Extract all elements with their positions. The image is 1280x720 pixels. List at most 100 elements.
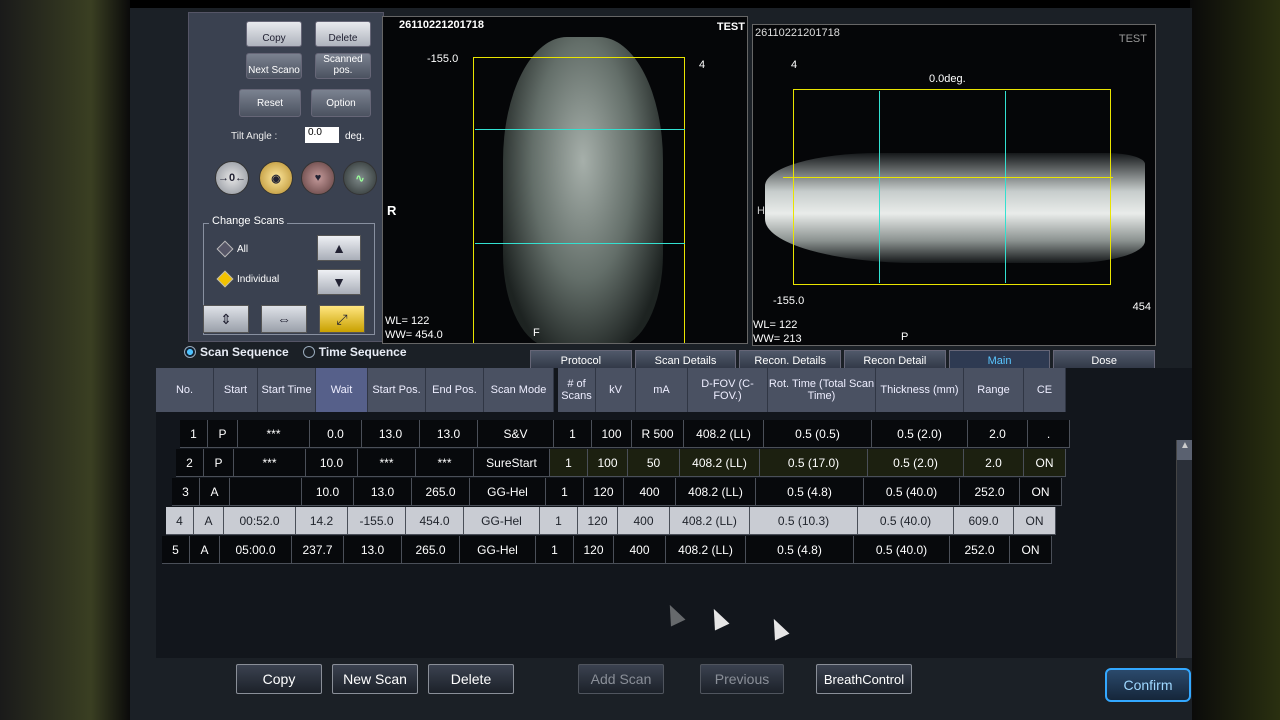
- cell-no[interactable]: 5: [162, 536, 190, 564]
- cell-rot[interactable]: 0.5 (4.8): [746, 536, 854, 564]
- reset-button[interactable]: Reset: [239, 89, 301, 117]
- time-sequence-option[interactable]: Time Sequence: [302, 345, 407, 359]
- cell-ma[interactable]: 50: [628, 449, 680, 477]
- confirm-button[interactable]: Confirm: [1105, 668, 1191, 702]
- cell-no[interactable]: 3: [172, 478, 200, 506]
- cell-rot[interactable]: 0.5 (4.8): [756, 478, 864, 506]
- cell-start[interactable]: P: [204, 449, 234, 477]
- cell-epos[interactable]: 265.0: [402, 536, 460, 564]
- tab-recon-details[interactable]: Recon. Details: [739, 350, 842, 370]
- cell-time[interactable]: 00:52.0: [224, 507, 296, 535]
- cell-thick[interactable]: 0.5 (2.0): [872, 420, 968, 448]
- cell-dfov[interactable]: 408.2 (LL): [684, 420, 764, 448]
- cell-epos[interactable]: 265.0: [412, 478, 470, 506]
- cell-ce[interactable]: ON: [1024, 449, 1066, 477]
- cell-epos[interactable]: 454.0: [406, 507, 464, 535]
- cell-time[interactable]: ***: [238, 420, 310, 448]
- cell-ma[interactable]: 400: [624, 478, 676, 506]
- cell-start[interactable]: A: [200, 478, 230, 506]
- scanogram-front-viewer[interactable]: 26110221201718 TEST -155.0 4 R F WL= 122…: [382, 16, 748, 344]
- cell-no[interactable]: 4: [166, 507, 194, 535]
- cell-mode[interactable]: GG-Hel: [470, 478, 546, 506]
- scanned-pos-button[interactable]: Scanned pos.: [315, 53, 371, 79]
- add-scan-button[interactable]: Add Scan: [578, 664, 664, 694]
- cell-ma[interactable]: 400: [618, 507, 670, 535]
- cell-thick[interactable]: 0.5 (40.0): [858, 507, 954, 535]
- table-row[interactable]: 4 A 00:52.0 14.2 -155.0 454.0 GG-Hel 1 120 400 408…: [166, 507, 1056, 535]
- cell-thick[interactable]: 0.5 (40.0): [854, 536, 950, 564]
- cell-spos[interactable]: -155.0: [348, 507, 406, 535]
- copy-tool-button[interactable]: Copy: [246, 21, 302, 47]
- cell-spos[interactable]: 13.0: [362, 420, 420, 448]
- option-button[interactable]: Option: [311, 89, 371, 117]
- cell-spos[interactable]: ***: [358, 449, 416, 477]
- table-row[interactable]: 3 A 10.0 13.0 265.0 GG-Hel 1 120 400 408.2 (LL) 0.…: [172, 478, 1062, 506]
- cell-scans[interactable]: 1: [546, 478, 584, 506]
- scan-range-box-side[interactable]: [793, 89, 1111, 285]
- cell-scans[interactable]: 1: [536, 536, 574, 564]
- cell-kv[interactable]: 100: [592, 420, 632, 448]
- cell-ce[interactable]: .: [1028, 420, 1070, 448]
- tab-scan-details[interactable]: Scan Details: [634, 350, 737, 370]
- delete-button[interactable]: Delete: [428, 664, 514, 694]
- cell-spos[interactable]: 13.0: [354, 478, 412, 506]
- cell-rot[interactable]: 0.5 (17.0): [760, 449, 868, 477]
- table-scrollbar[interactable]: ▲: [1176, 440, 1192, 658]
- ma-icon[interactable]: ∿: [343, 161, 377, 195]
- next-scano-button[interactable]: Next Scano: [246, 53, 302, 79]
- tab-protocol[interactable]: Protocol: [530, 350, 632, 370]
- cell-start[interactable]: A: [194, 507, 224, 535]
- voice-icon[interactable]: ◉: [259, 161, 293, 195]
- heart-icon[interactable]: ♥: [301, 161, 335, 195]
- scan-range-box-front[interactable]: [473, 57, 685, 343]
- cell-time[interactable]: [230, 478, 302, 506]
- cell-kv[interactable]: 120: [578, 507, 618, 535]
- cell-no[interactable]: 1: [180, 420, 208, 448]
- all-option[interactable]: All: [216, 240, 248, 258]
- cell-dfov[interactable]: 408.2 (LL): [670, 507, 750, 535]
- cell-kv[interactable]: 100: [588, 449, 628, 477]
- delete-tool-button[interactable]: Delete: [315, 21, 371, 47]
- cell-time[interactable]: 05:00.0: [220, 536, 292, 564]
- cell-dfov[interactable]: 408.2 (LL): [680, 449, 760, 477]
- cell-thick[interactable]: 0.5 (40.0): [864, 478, 960, 506]
- cell-wait[interactable]: 10.0: [302, 478, 354, 506]
- breath-control-button[interactable]: BreathControl: [816, 664, 912, 694]
- cell-start[interactable]: P: [208, 420, 238, 448]
- cell-ma[interactable]: 400: [614, 536, 666, 564]
- scroll-up-icon[interactable]: ▲: [1177, 440, 1192, 460]
- cell-mode[interactable]: S&V: [478, 420, 554, 448]
- cell-scans[interactable]: 1: [540, 507, 578, 535]
- cell-ce[interactable]: ON: [1014, 507, 1056, 535]
- cell-mode[interactable]: GG-Hel: [460, 536, 536, 564]
- scanogram-side-viewer[interactable]: 26110221201718 TEST 0.0deg. 4 H -155.0 4…: [752, 24, 1156, 346]
- copy-button[interactable]: Copy: [236, 664, 322, 694]
- cell-mode[interactable]: GG-Hel: [464, 507, 540, 535]
- individual-option[interactable]: Individual: [216, 270, 279, 288]
- cell-range[interactable]: 252.0: [960, 478, 1020, 506]
- table-row[interactable]: 1 P *** 0.0 13.0 13.0 S&V 1 100 R 500 408.2 (LL) 0.…: [180, 420, 1070, 448]
- cell-kv[interactable]: 120: [584, 478, 624, 506]
- cell-rot[interactable]: 0.5 (0.5): [764, 420, 872, 448]
- cell-ma[interactable]: R 500: [632, 420, 684, 448]
- cell-spos[interactable]: 13.0: [344, 536, 402, 564]
- cell-kv[interactable]: 120: [574, 536, 614, 564]
- cell-epos[interactable]: 13.0: [420, 420, 478, 448]
- cell-range[interactable]: 609.0: [954, 507, 1014, 535]
- cell-wait[interactable]: 10.0: [306, 449, 358, 477]
- scan-down-button[interactable]: ▼: [317, 269, 361, 295]
- table-row[interactable]: 5 A 05:00.0 237.7 13.0 265.0 GG-Hel 1 120 400 408.…: [162, 536, 1052, 564]
- cell-scans[interactable]: 1: [550, 449, 588, 477]
- mode-diagonal-icon[interactable]: ⤢: [319, 305, 365, 333]
- cell-wait[interactable]: 14.2: [296, 507, 348, 535]
- cell-range[interactable]: 252.0: [950, 536, 1010, 564]
- cell-no[interactable]: 2: [176, 449, 204, 477]
- tab-recon-detail[interactable]: Recon Detail: [844, 350, 946, 370]
- cell-dfov[interactable]: 408.2 (LL): [666, 536, 746, 564]
- mode-vertical-icon[interactable]: ⇕: [203, 305, 249, 333]
- cell-rot[interactable]: 0.5 (10.3): [750, 507, 858, 535]
- cell-start[interactable]: A: [190, 536, 220, 564]
- mode-horizontal-icon[interactable]: ⇔: [261, 305, 307, 333]
- table-row[interactable]: 2 P *** 10.0 *** *** SureStart 1 100 50 408.2 (LL)…: [176, 449, 1066, 477]
- scan-up-button[interactable]: ▲: [317, 235, 361, 261]
